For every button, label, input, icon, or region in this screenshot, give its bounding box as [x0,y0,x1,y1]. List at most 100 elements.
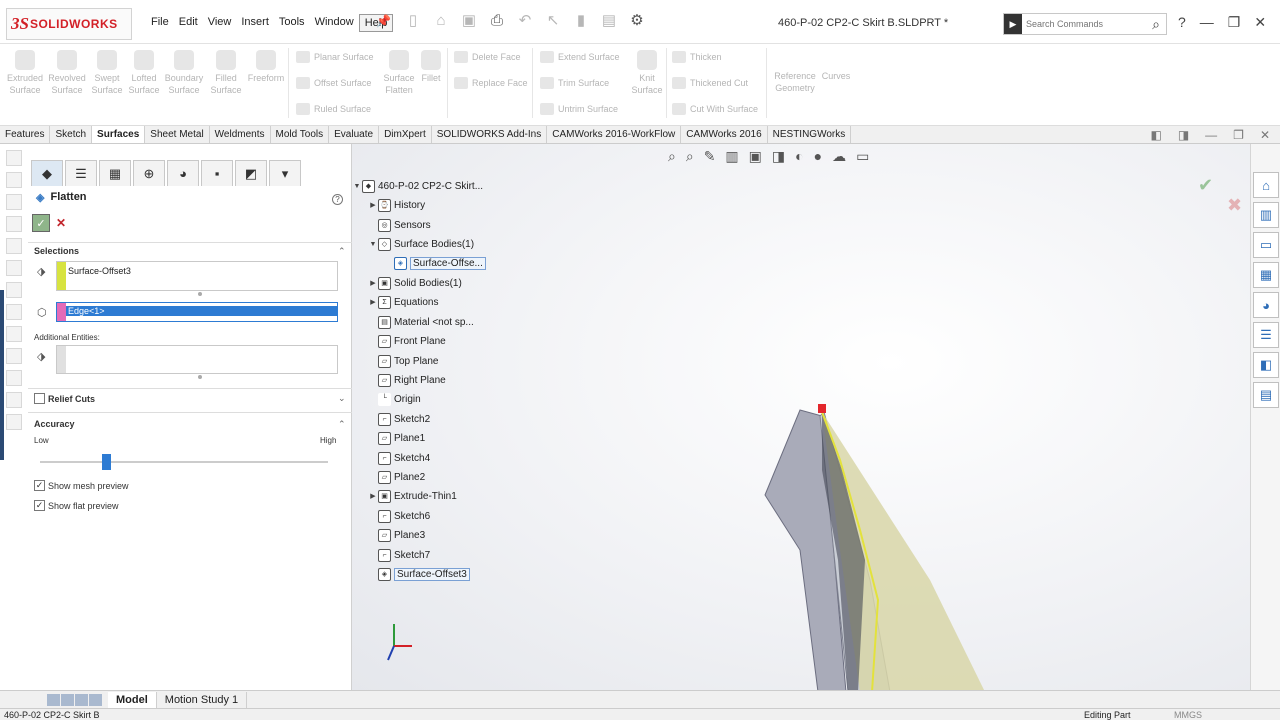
tab-sheet-metal[interactable]: Sheet Metal [145,126,210,143]
close-icon[interactable]: ✕ [1254,14,1266,31]
tree-item-sketch4[interactable]: ⌐ Sketch4 [368,449,430,467]
freeform-button[interactable]: Freeform [246,50,286,84]
boundary-surface-button[interactable]: Boundary Surface [164,50,204,96]
show-mesh-preview-row[interactable]: ✓ Show mesh preview [34,480,129,491]
file-properties-icon[interactable]: ▤ [598,10,620,30]
tree-item-right-plane[interactable]: ▱ Right Plane [368,371,446,389]
menu-window[interactable]: Window [310,14,359,32]
dimxpert-manager-tab-icon[interactable]: ⊕ [133,160,165,186]
thickened-cut-button[interactable]: Thickened Cut [672,77,748,89]
tab-motion-study-1[interactable]: Motion Study 1 [157,691,248,708]
edge-handle-marker[interactable] [818,404,826,413]
help-icon[interactable]: ? [1178,14,1186,31]
face-selection-box[interactable]: Surface-Offset3 [56,261,338,291]
tree-item-history[interactable]: ▶ ⌚ History [368,196,425,214]
offset-surface-button[interactable]: Offset Surface [296,77,371,89]
nesting-tab-icon[interactable]: ▾ [269,160,301,186]
show-flat-preview-row[interactable]: ✓ Show flat preview [34,500,119,511]
strip-icon[interactable] [6,282,22,298]
edge-selection-box[interactable]: Edge<1> [56,302,338,322]
swept-surface-button[interactable]: Swept Surface [87,50,127,96]
tab-dimxpert[interactable]: DimXpert [379,126,432,143]
apply-scene-icon[interactable]: ☁ [832,148,846,165]
tile-left-icon[interactable]: ◧ [1150,128,1161,142]
tab-surfaces[interactable]: Surfaces [92,126,146,143]
view-orientation-icon[interactable]: ▣ [749,148,762,165]
undo-icon[interactable]: ↶ [514,10,536,30]
configuration-manager-tab-icon[interactable]: ▦ [99,160,131,186]
strip-icon[interactable] [6,370,22,386]
tree-item-plane3[interactable]: ▱ Plane3 [368,526,425,544]
select-icon[interactable]: ↖ [542,10,564,30]
design-library-icon[interactable]: ▥ [1253,202,1279,228]
rebuild-icon[interactable]: ▮ [570,10,592,30]
first-tab-icon[interactable] [47,693,60,706]
tab-model[interactable]: Model [108,691,157,708]
tree-item-surface-offset-body[interactable]: ◈ Surface-Offse... [384,254,486,272]
doc-minimize-icon[interactable]: — [1205,128,1217,142]
expand-relief-icon[interactable]: ⌄ [338,393,346,404]
tab-solidworks-addins[interactable]: SOLIDWORKS Add-Ins [432,126,548,143]
extruded-surface-button[interactable]: Extruded Surface [5,50,45,96]
collapse-accuracy-icon[interactable]: ⌃ [338,419,346,430]
show-flat-preview-checkbox[interactable]: ✓ [34,500,45,511]
options-gear-icon[interactable]: ⚙ [626,10,648,30]
previous-view-icon[interactable]: ✎ [704,148,716,165]
tree-item-sketch2[interactable]: ⌐ Sketch2 [368,410,430,428]
strip-icon[interactable] [6,304,22,320]
lofted-surface-button[interactable]: Lofted Surface [124,50,164,96]
part-model-view[interactable] [760,400,1000,692]
fillet-button[interactable]: Fillet [411,50,451,84]
confirm-corner-cancel-icon[interactable]: ✖ [1227,195,1242,216]
tree-item-equations[interactable]: ▶ Σ Equations [368,293,438,311]
revolved-surface-button[interactable]: Revolved Surface [47,50,87,96]
expand-arrow-icon[interactable]: ▼ [368,241,378,248]
tree-item-plane2[interactable]: ▱ Plane2 [368,468,425,486]
tab-mold-tools[interactable]: Mold Tools [271,126,330,143]
curves-button[interactable]: Curves [816,70,856,82]
additional-entities-box[interactable] [56,345,338,374]
pin-icon[interactable]: 📌 [376,14,391,28]
delete-face-button[interactable]: Delete Face [454,51,521,63]
status-units[interactable]: MMGS [1174,710,1202,720]
expand-arrow-icon[interactable]: ▼ [352,183,362,190]
doc-restore-icon[interactable]: ❐ [1233,128,1244,142]
solidworks-logo[interactable]: 3S SOLIDWORKS [6,8,132,40]
section-view-icon[interactable]: ▥ [725,148,738,165]
search-input[interactable] [1022,19,1142,29]
property-manager-tab-icon[interactable]: ☰ [65,160,97,186]
panel-edge-handle[interactable] [0,290,4,460]
next-tab-icon[interactable] [75,693,88,706]
resize-grip[interactable] [198,375,202,379]
accuracy-slider-thumb[interactable] [102,454,111,470]
view-palette-icon[interactable]: ▦ [1253,262,1279,288]
strip-icon[interactable] [6,392,22,408]
search-icon[interactable]: ⌕ [1152,16,1160,33]
knit-surface-button[interactable]: Knit Surface [627,50,667,96]
feature-manager-tab-icon[interactable]: ◆ [31,160,63,186]
show-mesh-preview-checkbox[interactable]: ✓ [34,480,45,491]
replace-face-button[interactable]: Replace Face [454,77,528,89]
menu-edit[interactable]: Edit [174,14,203,32]
resize-grip[interactable] [198,292,202,296]
custom-properties-icon[interactable]: ☰ [1253,322,1279,348]
menu-insert[interactable]: Insert [236,14,274,32]
new-document-icon[interactable]: ▯ [402,10,424,30]
cancel-button[interactable]: ✕ [56,216,66,230]
expand-arrow-icon[interactable]: ▶ [368,201,378,209]
strip-icon[interactable] [6,150,22,166]
collapse-selections-icon[interactable]: ⌃ [338,246,346,257]
relief-cuts-checkbox[interactable] [34,393,45,404]
tree-item-plane1[interactable]: ▱ Plane1 [368,429,425,447]
tab-features[interactable]: Features [0,126,51,143]
tab-evaluate[interactable]: Evaluate [329,126,380,143]
strip-icon[interactable] [6,194,22,210]
expand-arrow-icon[interactable]: ▶ [368,279,378,287]
prev-tab-icon[interactable] [61,693,74,706]
tree-item-front-plane[interactable]: ▱ Front Plane [368,332,446,350]
display-style-icon[interactable]: ◨ [772,148,785,165]
tile-right-icon[interactable]: ◨ [1178,128,1189,142]
menu-view[interactable]: View [203,14,237,32]
tree-item-origin[interactable]: └ Origin [368,390,421,408]
print-icon[interactable]: ⎙ [486,10,508,30]
